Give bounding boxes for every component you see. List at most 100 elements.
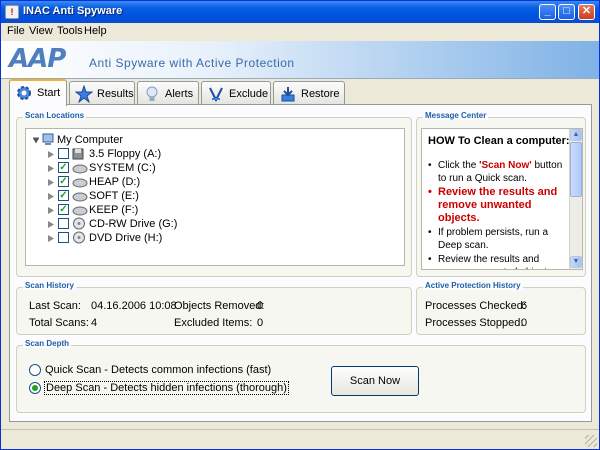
expand-icon[interactable]: [48, 179, 54, 186]
dvd-drive-icon: [73, 231, 85, 244]
tab-alerts[interactable]: Alerts: [137, 81, 199, 105]
minimize-button[interactable]: _: [539, 4, 556, 20]
hard-drive-icon: [72, 178, 88, 188]
hard-drive-icon: [72, 192, 88, 202]
expand-icon[interactable]: [48, 207, 54, 214]
maximize-button[interactable]: □: [558, 4, 575, 20]
banner-tagline: Anti Spyware with Active Protection: [89, 56, 295, 70]
message-scrollbar[interactable]: ▲ ▼: [569, 129, 582, 269]
drive-label: DVD Drive (H:): [89, 232, 163, 244]
drive-checkbox[interactable]: [58, 218, 69, 229]
tree-item[interactable]: ✓ KEEP (F:): [26, 203, 396, 217]
tab-label: Restore: [301, 88, 340, 100]
tab-restore[interactable]: Restore: [273, 81, 345, 105]
app-window: ! INAC Anti Spyware _ □ ✕ File View Tool…: [0, 0, 600, 450]
menu-tools[interactable]: Tools: [57, 25, 83, 37]
deep-scan-radio[interactable]: [29, 382, 41, 394]
message-item: Review the results and remove unwanted o…: [428, 253, 568, 269]
message-center-title: Message Center: [423, 111, 489, 120]
message-heading: HOW To Clean a computer:: [428, 135, 570, 147]
excluded-items-value: 0: [257, 317, 264, 329]
scroll-up-icon[interactable]: ▲: [570, 129, 582, 141]
tab-results[interactable]: Results: [69, 81, 135, 105]
restore-icon: [281, 87, 295, 102]
tree-root[interactable]: My Computer: [26, 133, 396, 147]
tree-item[interactable]: 3.5 Floppy (A:): [26, 147, 396, 161]
menu-view[interactable]: View: [29, 25, 53, 37]
drive-checkbox[interactable]: ✓: [58, 176, 69, 187]
drive-label: HEAP (D:): [89, 176, 141, 188]
drive-label: 3.5 Floppy (A:): [89, 148, 162, 160]
tab-label: Alerts: [165, 88, 194, 100]
drive-label: SYSTEM (C:): [89, 162, 156, 174]
tree-item[interactable]: DVD Drive (H:): [26, 231, 396, 245]
deep-scan-label[interactable]: Deep Scan - Detects hidden infections (t…: [44, 381, 289, 395]
collapse-icon[interactable]: [33, 137, 39, 144]
objects-removed-label: Objects Removed:: [174, 300, 265, 312]
scan-now-link[interactable]: 'Scan Now': [479, 160, 532, 171]
expand-icon[interactable]: [48, 151, 54, 158]
scan-depth-title: Scan Depth: [23, 339, 72, 348]
message-center-group: Message Center HOW To Clean a computer: …: [416, 111, 586, 277]
processes-stopped-value: 0: [521, 317, 528, 329]
hard-drive-icon: [72, 164, 88, 174]
computer-icon: [42, 133, 54, 145]
tree-item[interactable]: ✓ SOFT (E:): [26, 189, 396, 203]
scroll-thumb[interactable]: [570, 142, 582, 197]
processes-checked-value: 6: [521, 300, 528, 312]
scan-history-title: Scan History: [23, 281, 76, 290]
star-icon: [75, 85, 93, 103]
tree-item[interactable]: ✓ HEAP (D:): [26, 175, 396, 189]
app-icon: !: [5, 5, 19, 19]
message-item: If problem persists, run a Deep scan.: [428, 226, 568, 252]
tree-item[interactable]: ✓ SYSTEM (C:): [26, 161, 396, 175]
lightbulb-icon: [146, 86, 158, 101]
drive-checkbox[interactable]: ✓: [58, 162, 69, 173]
menu-help[interactable]: Help: [84, 25, 107, 37]
excluded-items-label: Excluded Items:: [174, 317, 253, 329]
resize-grip-icon[interactable]: [585, 435, 597, 447]
scan-locations-tree[interactable]: My Computer 3.5 Floppy (A:) ✓ SYSTEM (C:…: [25, 128, 405, 266]
tab-label: Exclude: [229, 88, 269, 100]
message-list: Click the 'Scan Now' button to run a Qui…: [428, 159, 568, 269]
menu-bar: File View Tools Help: [1, 23, 599, 41]
cd-drive-icon: [73, 217, 85, 230]
tab-label: Start: [37, 87, 61, 99]
close-button[interactable]: ✕: [578, 4, 595, 20]
tree-root-label: My Computer: [57, 134, 124, 146]
drive-checkbox[interactable]: [58, 148, 69, 159]
start-tab-panel: Scan Locations My Computer 3.5 Floppy (A…: [9, 104, 592, 422]
expand-icon[interactable]: [48, 235, 54, 242]
scan-history-group: Scan History Last Scan: 04.16.2006 10:08…: [16, 281, 412, 335]
drive-checkbox[interactable]: ✓: [58, 190, 69, 201]
tree-item[interactable]: CD-RW Drive (G:): [26, 217, 396, 231]
expand-icon[interactable]: [48, 193, 54, 200]
total-scans-value: 4: [91, 317, 98, 329]
tab-exclude[interactable]: Exclude: [201, 81, 271, 105]
floppy-drive-icon: [72, 148, 84, 160]
window-title: INAC Anti Spyware: [23, 5, 123, 17]
drive-checkbox[interactable]: ✓: [58, 204, 69, 215]
drive-label: CD-RW Drive (G:): [89, 218, 178, 230]
title-bar[interactable]: ! INAC Anti Spyware _ □ ✕: [1, 1, 599, 23]
exclude-icon: [209, 87, 223, 103]
message-item: Review the results and remove unwanted o…: [428, 186, 568, 225]
total-scans-label: Total Scans:: [29, 317, 89, 329]
scroll-down-icon[interactable]: ▼: [570, 256, 582, 268]
message-center-box: HOW To Clean a computer: Click the 'Scan…: [421, 128, 583, 270]
scan-now-button[interactable]: Scan Now: [331, 366, 419, 396]
message-item: Click the 'Scan Now' button to run a Qui…: [428, 159, 568, 185]
drive-label: SOFT (E:): [89, 190, 139, 202]
status-bar: [1, 429, 599, 449]
drive-checkbox[interactable]: [58, 232, 69, 243]
menu-file[interactable]: File: [7, 25, 25, 37]
quick-scan-label[interactable]: Quick Scan - Detects common infections (…: [45, 364, 271, 376]
drive-label: KEEP (F:): [89, 204, 139, 216]
banner: AAP Anti Spyware with Active Protection: [1, 41, 599, 79]
quick-scan-radio[interactable]: [29, 364, 41, 376]
scan-locations-group: Scan Locations My Computer 3.5 Floppy (A…: [16, 111, 412, 277]
expand-icon[interactable]: [48, 221, 54, 228]
tab-start[interactable]: Start: [9, 79, 67, 106]
scan-locations-title: Scan Locations: [23, 111, 87, 120]
expand-icon[interactable]: [48, 165, 54, 172]
